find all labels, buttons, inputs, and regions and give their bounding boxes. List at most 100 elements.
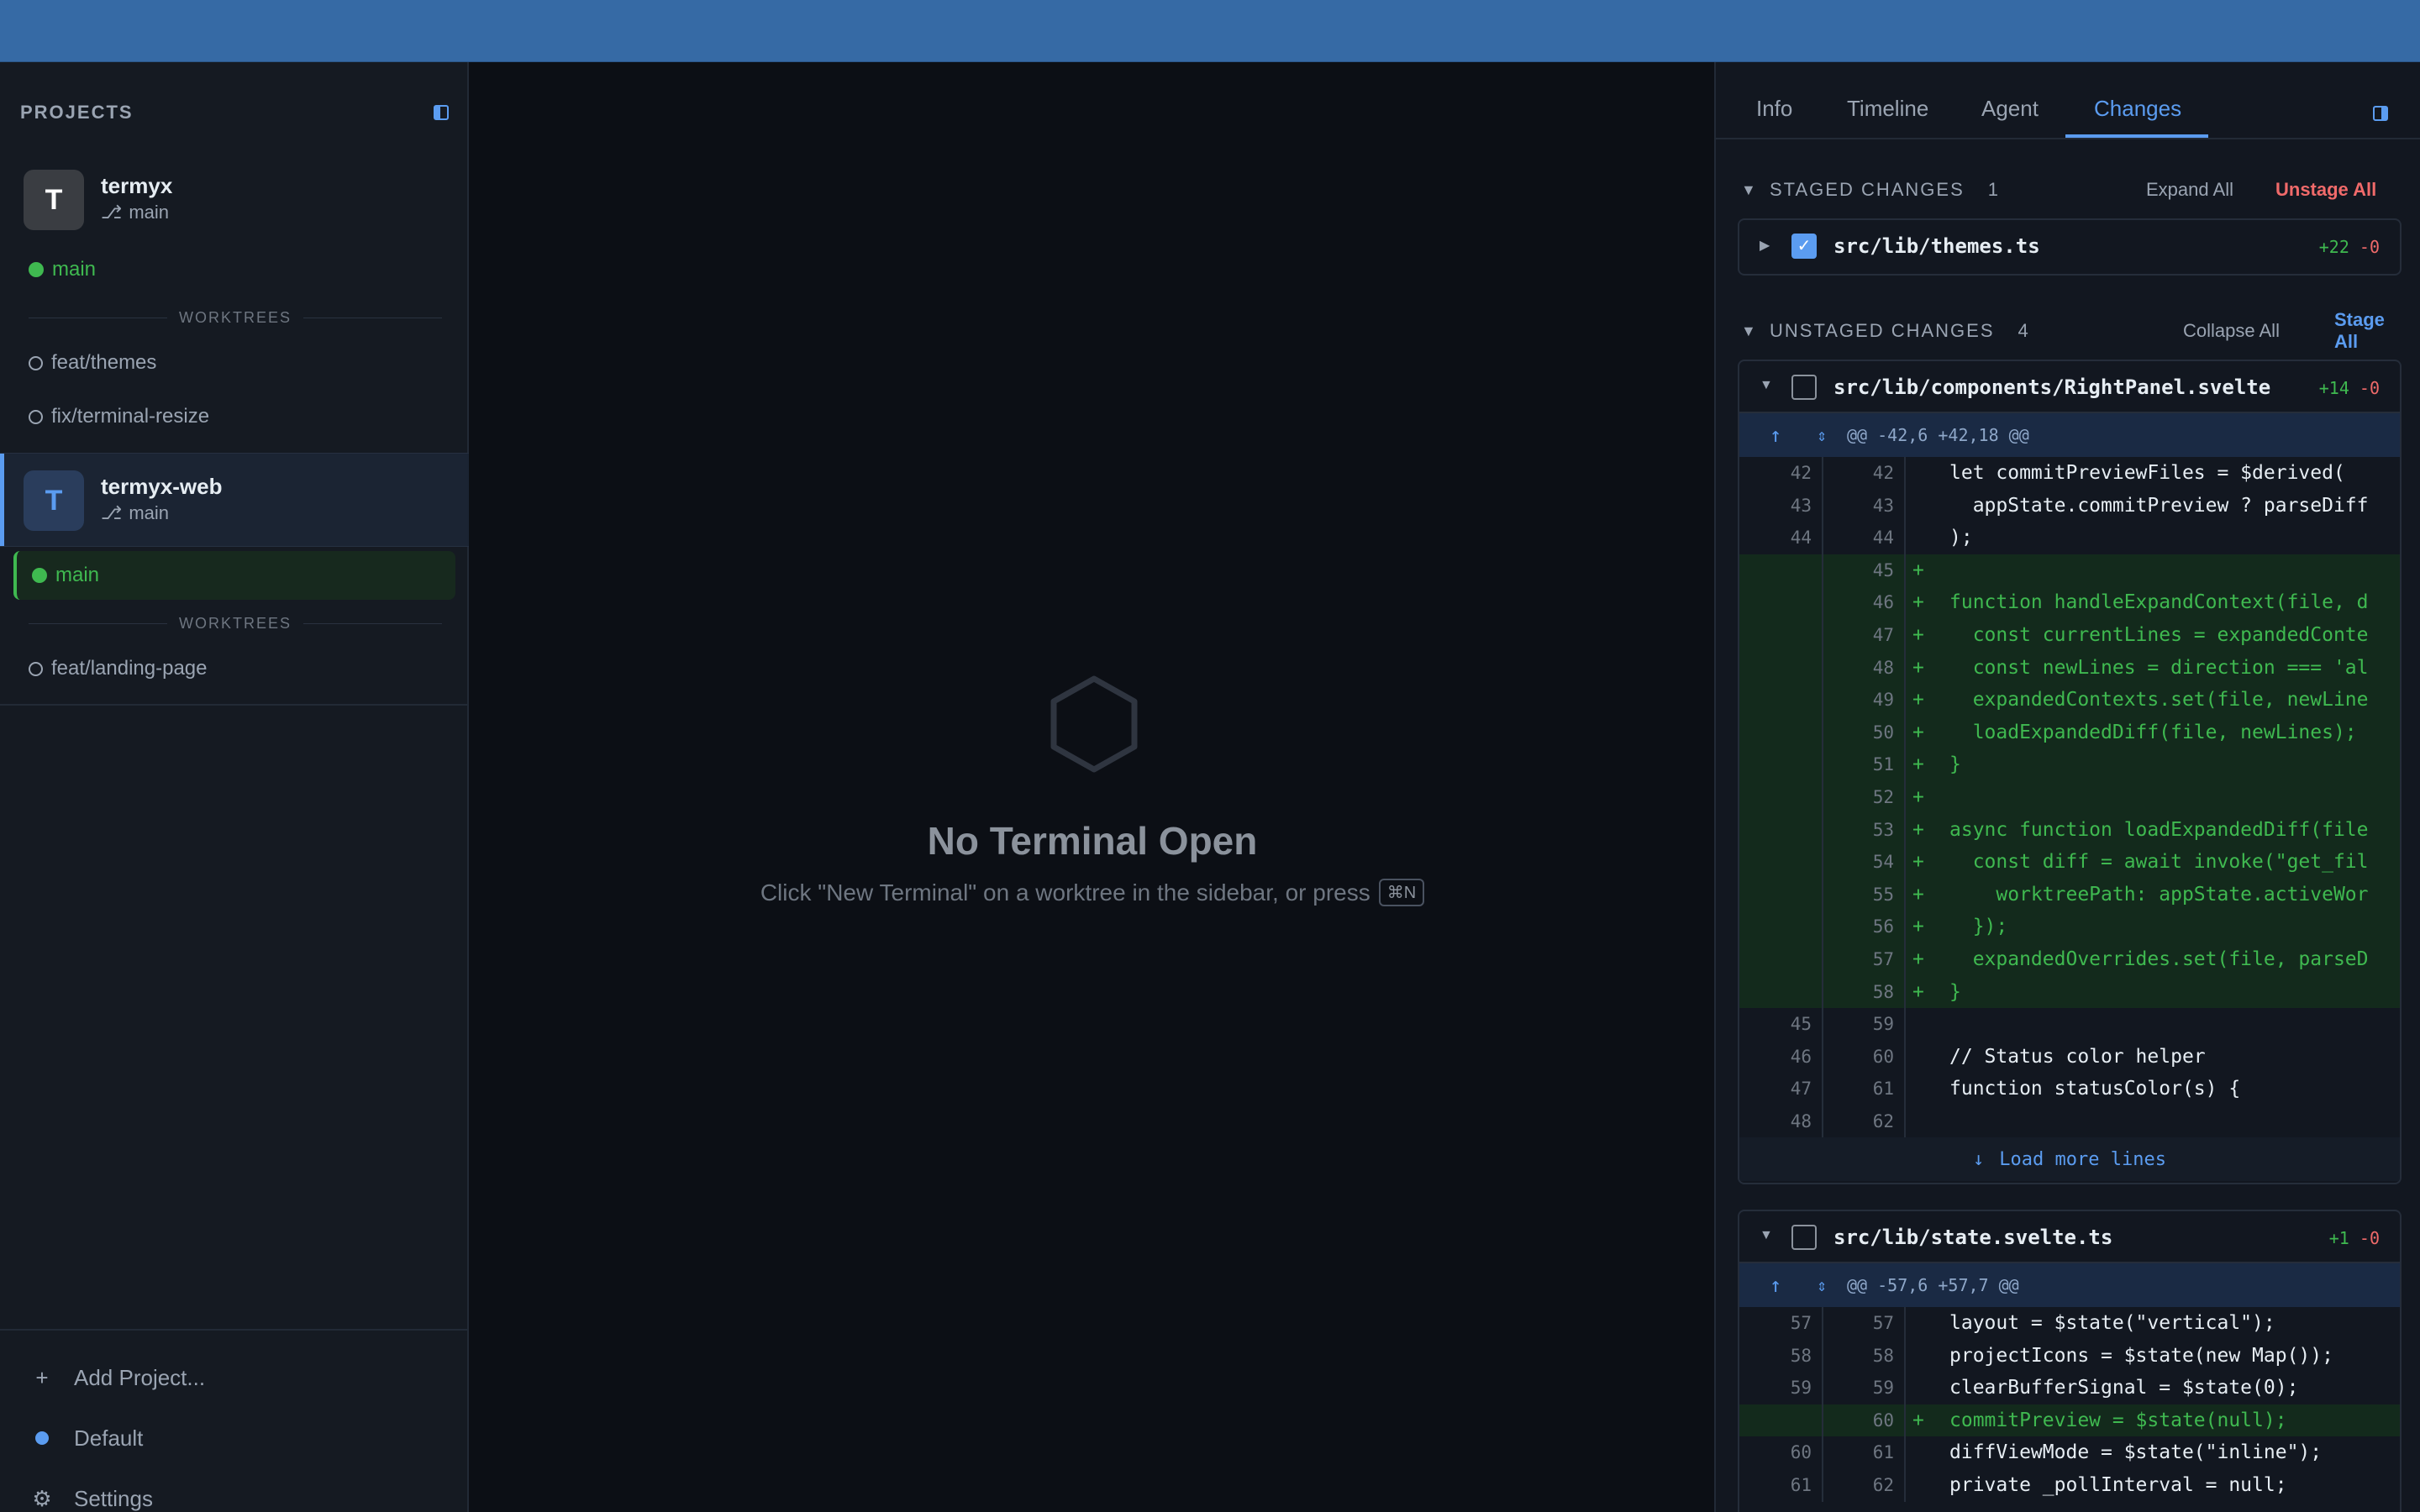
sidebar-toggle-icon[interactable] <box>434 105 449 120</box>
new-line-number: 55 <box>1825 878 1906 911</box>
old-line-number: 60 <box>1739 1436 1823 1469</box>
collapse-caret-icon[interactable]: ▼ <box>1760 1228 1773 1243</box>
old-line-number: 59 <box>1739 1372 1823 1404</box>
worktrees-separator: WORKTREES <box>29 614 443 632</box>
load-more-button[interactable]: ↓ Load more lines <box>1739 1137 2400 1182</box>
diff-line-added: 51 +} <box>1739 748 2400 781</box>
worktree-item[interactable]: feat/landing-page <box>29 652 207 685</box>
code-text: let commitPreviewFiles = $derived( <box>1949 462 2345 484</box>
profile-button[interactable]: Default <box>32 1421 143 1455</box>
plus-icon: + <box>35 1364 49 1390</box>
project-name: termyx <box>101 173 173 198</box>
new-line-number: 62 <box>1825 1468 1906 1502</box>
collapse-all-button[interactable]: Collapse All <box>2183 320 2280 342</box>
diff-line-added: 55 + worktreePath: appState.activeWor <box>1739 878 2400 911</box>
stage-checkbox[interactable]: ✓ <box>1791 234 1817 259</box>
diff-line-context: 47 61 function statusColor(s) { <box>1739 1073 2400 1105</box>
arrow-down-icon: ↓ <box>1973 1148 1985 1170</box>
tab-agent[interactable]: Agent <box>1981 96 2039 122</box>
expand-vertical-icon[interactable]: ⇕ <box>1817 1275 1827 1295</box>
new-line-number: 47 <box>1825 618 1906 652</box>
old-line-number: 44 <box>1739 522 1823 554</box>
old-line-number <box>1739 684 1823 717</box>
new-line-number: 49 <box>1825 684 1906 717</box>
collapse-caret-icon[interactable]: ▼ <box>1760 378 1773 393</box>
project-termyx-web[interactable]: T termyx-web ⎇ main <box>0 453 469 547</box>
tab-info[interactable]: Info <box>1756 96 1792 122</box>
section-count: 4 <box>2018 320 2028 341</box>
project-termyx[interactable]: T termyx ⎇ main <box>0 153 469 247</box>
old-line-number: 58 <box>1739 1339 1823 1373</box>
expand-all-button[interactable]: Expand All <box>2146 179 2233 201</box>
diff-lines: 42 42 let commitPreviewFiles = $derived(43… <box>1739 457 2400 1138</box>
file-header[interactable]: ▼ src/lib/components/RightPanel.svelte +… <box>1739 361 2400 413</box>
diff-line-context: 58 58 projectIcons = $state(new Map()); <box>1739 1339 2400 1373</box>
code-text: function handleExpandContext(file, d <box>1949 591 2369 614</box>
code-text: commitPreview = $state(null); <box>1949 1409 2287 1431</box>
active-tab-indicator <box>2065 134 2208 138</box>
empty-state-hint: Click "New Terminal" on a worktree in th… <box>760 879 1370 906</box>
diff-line-added: 49 + expandedContexts.set(file, newLine <box>1739 684 2400 717</box>
old-line-number <box>1739 942 1823 976</box>
git-branch-icon: ⎇ <box>101 202 123 223</box>
panel-toggle-icon[interactable] <box>2373 106 2388 121</box>
new-line-number: 54 <box>1825 846 1906 879</box>
collapse-caret-icon[interactable]: ▼ <box>1741 323 1770 340</box>
worktree-item[interactable]: fix/terminal-resize <box>29 400 209 433</box>
project-branch-label: main <box>129 202 170 223</box>
stage-checkbox[interactable] <box>1791 375 1817 400</box>
old-line-number: 57 <box>1739 1307 1823 1340</box>
file-header[interactable]: ▼ src/lib/state.svelte.ts +1 -0 <box>1739 1211 2400 1263</box>
new-line-number: 48 <box>1825 651 1906 685</box>
code-text: expandedOverrides.set(file, parseD <box>1949 948 2369 970</box>
worktree-label: feat/themes <box>51 351 157 374</box>
diff-sign: + <box>1912 785 1924 808</box>
old-line-number <box>1739 911 1823 943</box>
project-name: termyx-web <box>101 474 223 499</box>
worktree-label: feat/landing-page <box>51 657 208 680</box>
code-text: expandedContexts.set(file, newLine <box>1949 689 2369 711</box>
staged-changes-header[interactable]: ▼ STAGED CHANGES 1 Expand All Unstage Al… <box>1741 173 2396 207</box>
main-branch-item[interactable]: main <box>13 551 455 600</box>
main-branch-item[interactable]: main <box>13 245 455 294</box>
old-line-number <box>1739 1404 1823 1437</box>
add-project-label: Add Project... <box>74 1364 206 1390</box>
new-line-number: 59 <box>1825 1372 1906 1404</box>
tab-timeline[interactable]: Timeline <box>1847 96 1928 122</box>
active-dot-icon <box>29 262 44 277</box>
code-text: diffViewMode = $state("inline"); <box>1949 1441 2323 1464</box>
old-line-number <box>1739 716 1823 749</box>
additions-count: +22 <box>2318 237 2349 257</box>
old-line-number <box>1739 780 1823 814</box>
arrow-up-icon[interactable]: ↑ <box>1770 423 1781 447</box>
deletions-count: -0 <box>2359 378 2380 398</box>
add-project-button[interactable]: + Add Project... <box>32 1361 205 1394</box>
diff-line-context: 61 62 private _pollInterval = null; <box>1739 1468 2400 1502</box>
worktrees-label: WORKTREES <box>179 614 292 632</box>
right-panel-tabs: Info Timeline Agent Changes <box>1716 62 2420 139</box>
new-line-number: 43 <box>1825 489 1906 522</box>
diff-line-added: 60 + commitPreview = $state(null); <box>1739 1404 2400 1437</box>
section-title: STAGED CHANGES <box>1770 179 1965 200</box>
diff-line-added: 48 + const newLines = direction === 'al <box>1739 651 2400 685</box>
unstaged-changes-header[interactable]: ▼ UNSTAGED CHANGES 4 Collapse All Stage … <box>1741 309 2396 352</box>
worktree-circle-icon <box>29 661 43 676</box>
new-line-number: 52 <box>1825 780 1906 814</box>
expand-vertical-icon[interactable]: ⇕ <box>1817 425 1827 445</box>
expand-caret-icon[interactable]: ▶ <box>1760 237 1770 254</box>
diff-line-added: 52 + <box>1739 780 2400 814</box>
stage-all-button[interactable]: Stage All <box>2334 309 2396 353</box>
diff-line-context: 44 44); <box>1739 522 2400 554</box>
code-text: const newLines = direction === 'al <box>1949 656 2369 679</box>
project-branch: ⎇ main <box>101 202 169 223</box>
arrow-up-icon[interactable]: ↑ <box>1770 1273 1781 1297</box>
unstage-all-button[interactable]: Unstage All <box>2275 179 2376 201</box>
sidebar-header: PROJECTS <box>20 99 449 126</box>
settings-button[interactable]: ⚙ Settings <box>32 1482 153 1512</box>
worktree-item[interactable]: feat/themes <box>29 346 156 380</box>
file-header[interactable]: ▶ ✓ src/lib/themes.ts +22 -0 <box>1739 220 2400 272</box>
stage-checkbox[interactable] <box>1791 1225 1817 1250</box>
collapse-caret-icon[interactable]: ▼ <box>1741 181 1770 199</box>
code-text: clearBufferSignal = $state(0); <box>1949 1377 2299 1399</box>
tab-changes[interactable]: Changes <box>2094 96 2181 122</box>
